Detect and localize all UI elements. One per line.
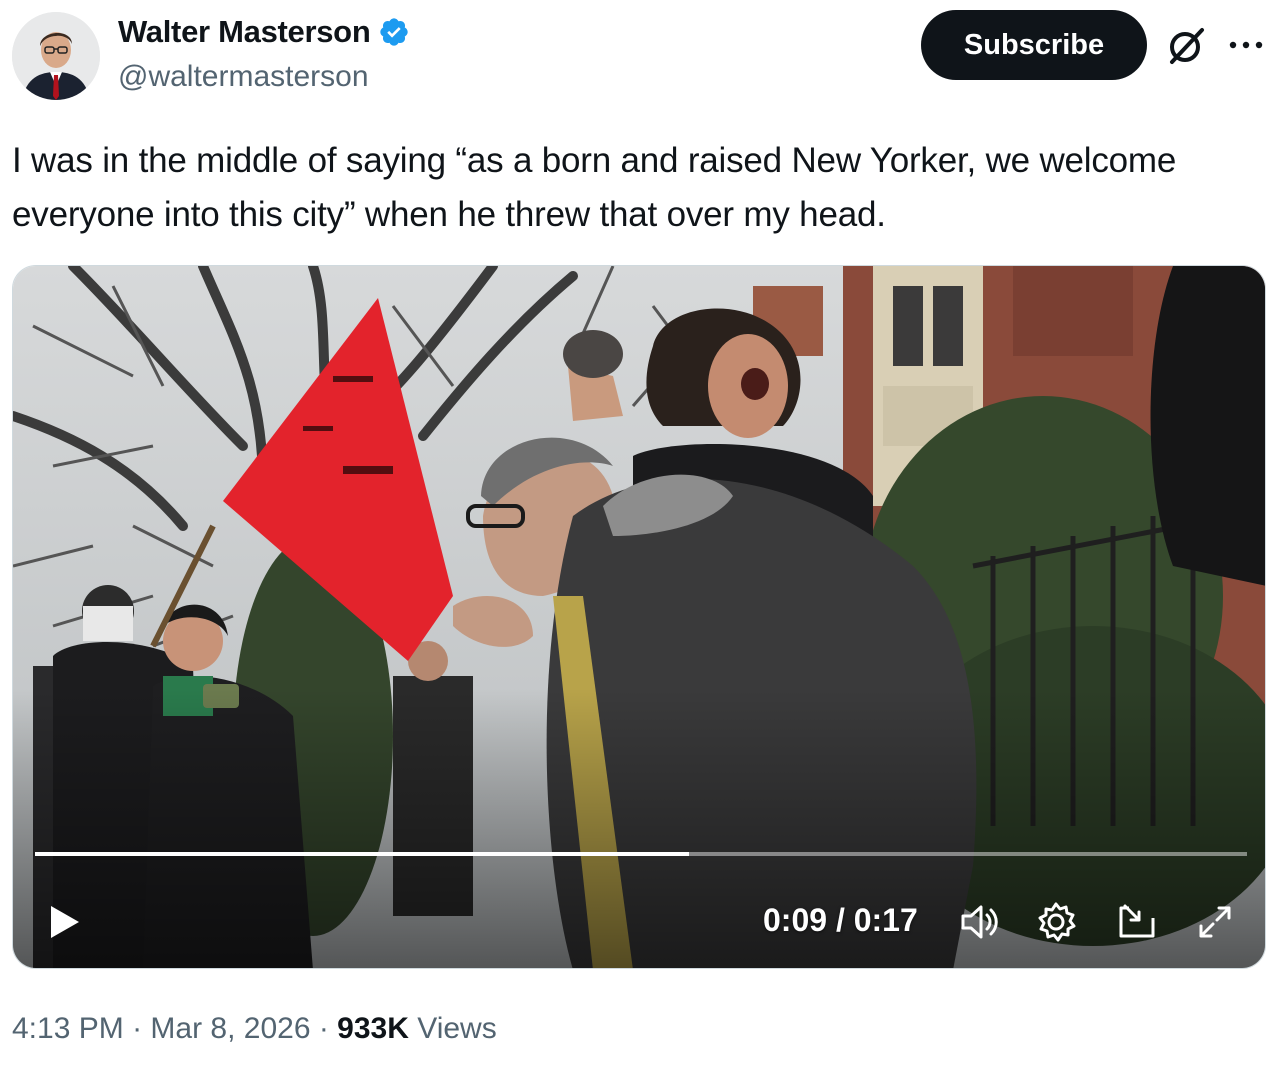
tweet-time[interactable]: 4:13 PM <box>12 1012 124 1046</box>
settings-icon[interactable] <box>1034 900 1078 944</box>
video-duration: 0:17 <box>853 902 918 938</box>
more-icon[interactable] <box>1228 38 1264 52</box>
avatar[interactable] <box>12 12 100 100</box>
fullscreen-icon[interactable] <box>1193 900 1237 944</box>
author-handle[interactable]: @waltermasterson <box>118 60 369 94</box>
subscribe-button[interactable]: Subscribe <box>921 10 1147 80</box>
video-time-separator: / <box>827 902 854 938</box>
views-count[interactable]: 933K <box>337 1012 409 1046</box>
video-current-time: 0:09 <box>763 902 828 938</box>
video-time-readout: 0:09 / 0:17 <box>763 902 918 939</box>
author-name-row[interactable]: Walter Masterson <box>118 14 410 50</box>
meta-dot: · <box>310 1012 338 1045</box>
video-frame-image <box>13 266 1265 968</box>
tweet-date[interactable]: Mar 8, 2026 <box>150 1012 310 1046</box>
tweet-text: I was in the middle of saying “as a born… <box>12 141 1177 234</box>
play-icon[interactable] <box>41 900 85 944</box>
tweet-meta: 4:13 PM · Mar 8, 2026 · 933K Views <box>12 1012 497 1046</box>
volume-icon[interactable] <box>957 900 1001 944</box>
video-progress-bar[interactable] <box>35 852 1247 856</box>
video-progress-fill <box>35 852 690 856</box>
author-display-name[interactable]: Walter Masterson <box>118 14 371 50</box>
picture-in-picture-icon[interactable] <box>1115 900 1159 944</box>
avatar-image <box>12 12 100 100</box>
video-player[interactable]: 0:09 / 0:17 <box>12 265 1266 969</box>
verified-badge-icon[interactable] <box>378 16 410 48</box>
views-label: Views <box>408 1012 497 1045</box>
meta-dot: · <box>123 1012 151 1045</box>
grok-icon[interactable] <box>1164 24 1208 68</box>
